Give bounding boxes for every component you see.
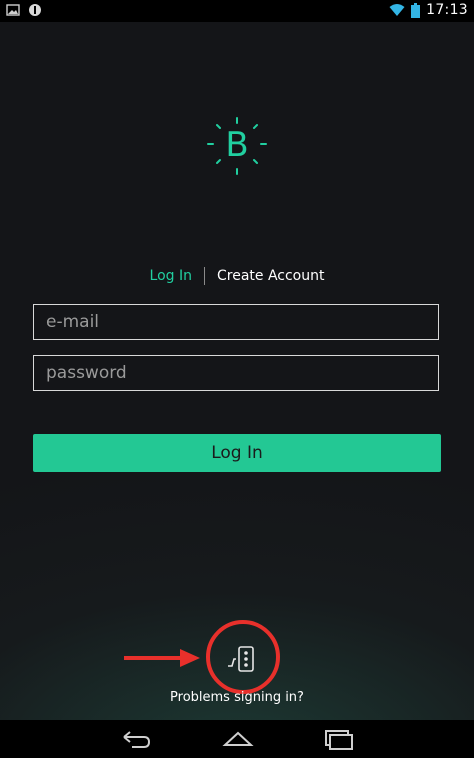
problems-signing-in-link[interactable]: Problems signing in? bbox=[0, 690, 474, 705]
recents-icon[interactable] bbox=[322, 728, 354, 750]
traffic-light-help-icon[interactable] bbox=[226, 644, 258, 674]
image-icon bbox=[6, 4, 20, 16]
logo-letter: B bbox=[225, 125, 249, 165]
annotation-arrow-icon bbox=[124, 649, 200, 667]
password-field[interactable] bbox=[33, 355, 439, 391]
auth-tabs: Log In Create Account bbox=[0, 266, 474, 286]
battery-icon bbox=[411, 2, 421, 18]
navigation-bar bbox=[0, 720, 474, 758]
back-icon[interactable] bbox=[120, 728, 152, 750]
home-icon[interactable] bbox=[222, 728, 254, 750]
blynk-notification-icon bbox=[29, 4, 41, 16]
log-in-button[interactable]: Log In bbox=[33, 434, 441, 472]
email-field[interactable] bbox=[33, 304, 439, 340]
tab-log-in[interactable]: Log In bbox=[150, 268, 204, 284]
status-bar: 17:13 bbox=[0, 0, 474, 22]
blynk-logo: B bbox=[206, 116, 268, 176]
tab-create-account[interactable]: Create Account bbox=[205, 268, 325, 284]
status-time: 17:13 bbox=[426, 2, 468, 18]
wifi-icon bbox=[389, 4, 405, 16]
